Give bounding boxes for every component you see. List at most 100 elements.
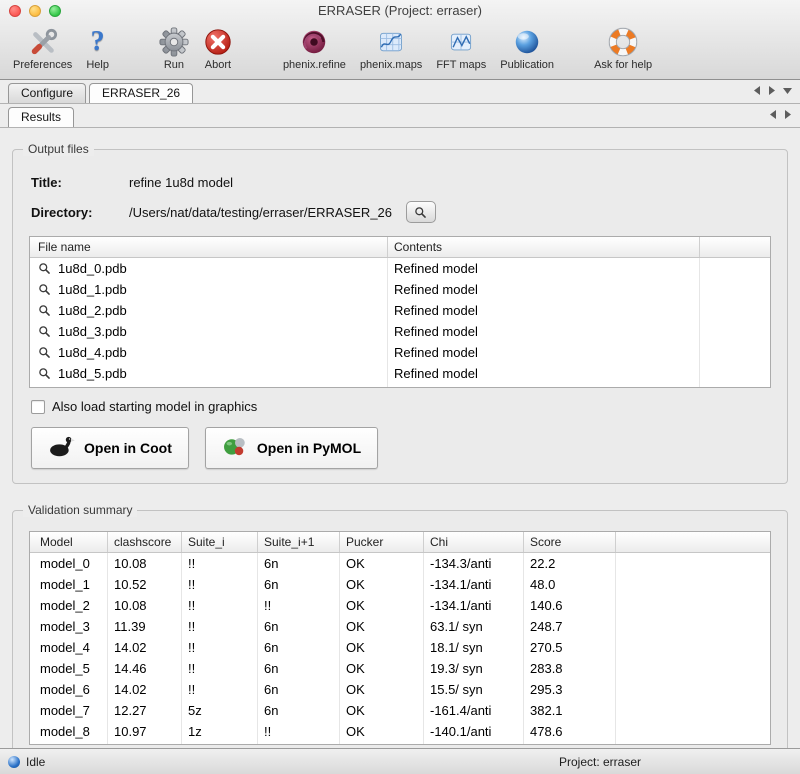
- toolbar-publication[interactable]: Publication: [493, 25, 561, 72]
- column-header-suite-i[interactable]: Suite_i: [182, 532, 258, 552]
- abort-icon: [203, 26, 233, 58]
- tab-results[interactable]: Results: [8, 107, 74, 127]
- empty-cell: [616, 553, 770, 574]
- score-cell: 382.1: [524, 700, 616, 721]
- pucker-cell: OK: [340, 637, 424, 658]
- toolbar-help[interactable]: ? Help: [79, 25, 116, 72]
- column-header-file-name[interactable]: File name: [30, 237, 388, 257]
- validation-row[interactable]: model_010.08!!6nOK-134.3/anti22.2: [30, 553, 770, 574]
- publication-icon: [512, 26, 542, 58]
- suite-i-cell: !!: [182, 574, 258, 595]
- empty-cell: [616, 616, 770, 637]
- score-cell: 270.5: [524, 637, 616, 658]
- column-header-contents[interactable]: Contents: [388, 237, 700, 257]
- toolbar-label: Help: [86, 59, 109, 71]
- browse-directory-button[interactable]: [406, 201, 436, 223]
- pucker-cell: OK: [340, 553, 424, 574]
- toolbar-label: Ask for help: [594, 59, 652, 71]
- checkbox-label: Also load starting model in graphics: [52, 399, 257, 414]
- open-in-pymol-button[interactable]: Open in PyMOL: [205, 427, 378, 469]
- status-project: Project: erraser: [400, 755, 800, 769]
- file-row[interactable]: 1u8d_0.pdbRefined model: [30, 258, 770, 279]
- tab-scroll-right-icon[interactable]: [768, 86, 776, 95]
- validation-row[interactable]: start_min10.08!!6nOK-134.3/anti0.0: [30, 742, 770, 745]
- toolbar-label: Abort: [205, 59, 231, 71]
- toolbar-phenix-maps[interactable]: phenix.maps: [353, 25, 429, 72]
- tab-erraser-26[interactable]: ERRASER_26: [89, 83, 193, 103]
- file-row[interactable]: 1u8d_1.pdbRefined model: [30, 279, 770, 300]
- toolbar-label: Publication: [500, 59, 554, 71]
- directory-value: /Users/nat/data/testing/erraser/ERRASER_…: [129, 205, 392, 220]
- column-header-score[interactable]: Score: [524, 532, 616, 552]
- window-header: ERRASER (Project: erraser) Preferences ?…: [0, 0, 800, 80]
- toolbar-preferences[interactable]: Preferences: [6, 25, 79, 72]
- magnifier-icon: [38, 262, 52, 275]
- model-cell: model_2: [30, 595, 108, 616]
- toolbar-abort[interactable]: Abort: [196, 25, 240, 72]
- column-header-model[interactable]: Model: [30, 532, 108, 552]
- toolbar-fft-maps[interactable]: FFT maps: [429, 25, 493, 72]
- zoom-button[interactable]: [49, 5, 61, 17]
- help-icon: ?: [91, 26, 105, 58]
- file-contents-cell: Refined model: [388, 342, 700, 363]
- toolbar-ask-for-help[interactable]: Ask for help: [587, 25, 659, 72]
- validation-row[interactable]: model_514.46!!6nOK19.3/ syn283.8: [30, 658, 770, 679]
- ask-for-help-icon: [607, 26, 639, 58]
- magnifier-icon: [38, 325, 52, 338]
- open-in-coot-button[interactable]: Open in Coot: [31, 427, 189, 469]
- suite-i1-cell: !!: [258, 721, 340, 742]
- suite-i-cell: !!: [182, 553, 258, 574]
- file-row[interactable]: 1u8d_2.pdbRefined model: [30, 300, 770, 321]
- pucker-cell: OK: [340, 574, 424, 595]
- tab-scroll-left-icon[interactable]: [753, 86, 761, 95]
- validation-table: Model clashscore Suite_i Suite_i+1 Pucke…: [29, 531, 771, 745]
- suite-i1-cell: 6n: [258, 742, 340, 745]
- validation-row[interactable]: model_210.08!!!!OK-134.1/anti140.6: [30, 595, 770, 616]
- model-cell: model_3: [30, 616, 108, 637]
- suite-i1-cell: 6n: [258, 637, 340, 658]
- validation-row[interactable]: model_810.971z!!OK-140.1/anti478.6: [30, 721, 770, 742]
- score-cell: 248.7: [524, 616, 616, 637]
- validation-row[interactable]: model_311.39!!6nOK63.1/ syn248.7: [30, 616, 770, 637]
- empty-cell: [700, 279, 770, 300]
- empty-cell: [700, 258, 770, 279]
- file-row[interactable]: 1u8d_5.pdbRefined model: [30, 363, 770, 384]
- close-button[interactable]: [9, 5, 21, 17]
- tab-configure[interactable]: Configure: [8, 83, 86, 103]
- column-header-chi[interactable]: Chi: [424, 532, 524, 552]
- toolbar-run[interactable]: Run: [152, 25, 196, 72]
- file-contents-cell: Refined model: [388, 321, 700, 342]
- clashscore-cell: 11.39: [108, 616, 182, 637]
- clashscore-cell: 10.52: [108, 574, 182, 595]
- validation-row[interactable]: model_414.02!!6nOK18.1/ syn270.5: [30, 637, 770, 658]
- results-panel: Output files Title: refine 1u8d model Di…: [0, 149, 800, 760]
- tab-scroll-right-icon[interactable]: [784, 110, 792, 119]
- validation-row[interactable]: model_712.275z6nOK-161.4/anti382.1: [30, 700, 770, 721]
- file-row[interactable]: 1u8d_3.pdbRefined model: [30, 321, 770, 342]
- toolbar-label: phenix.refine: [283, 59, 346, 71]
- chi-cell: -134.3/anti: [424, 553, 524, 574]
- toolbar-phenix-refine[interactable]: phenix.refine: [276, 25, 353, 72]
- column-header-suite-i1[interactable]: Suite_i+1: [258, 532, 340, 552]
- button-label: Open in PyMOL: [257, 440, 361, 456]
- toolbar-label: Run: [164, 59, 184, 71]
- file-row[interactable]: 1u8d_6.pdbRefined model: [30, 384, 770, 388]
- file-row[interactable]: 1u8d_4.pdbRefined model: [30, 342, 770, 363]
- column-header-pucker[interactable]: Pucker: [340, 532, 424, 552]
- validation-row[interactable]: model_110.52!!6nOK-134.1/anti48.0: [30, 574, 770, 595]
- output-files-group: Output files Title: refine 1u8d model Di…: [12, 149, 788, 484]
- load-starting-model-checkbox[interactable]: [31, 400, 45, 414]
- score-cell: 478.6: [524, 721, 616, 742]
- validation-row[interactable]: model_614.02!!6nOK15.5/ syn295.3: [30, 679, 770, 700]
- tab-scroll-left-icon[interactable]: [769, 110, 777, 119]
- column-header-clashscore[interactable]: clashscore: [108, 532, 182, 552]
- tab-list-down-icon[interactable]: [783, 87, 792, 95]
- chi-cell: -161.4/anti: [424, 700, 524, 721]
- empty-cell: [700, 384, 770, 388]
- model-cell: model_1: [30, 574, 108, 595]
- preferences-icon: [28, 26, 58, 58]
- minimize-button[interactable]: [29, 5, 41, 17]
- title-bar[interactable]: ERRASER (Project: erraser): [0, 0, 800, 22]
- model-cell: model_5: [30, 658, 108, 679]
- empty-cell: [616, 700, 770, 721]
